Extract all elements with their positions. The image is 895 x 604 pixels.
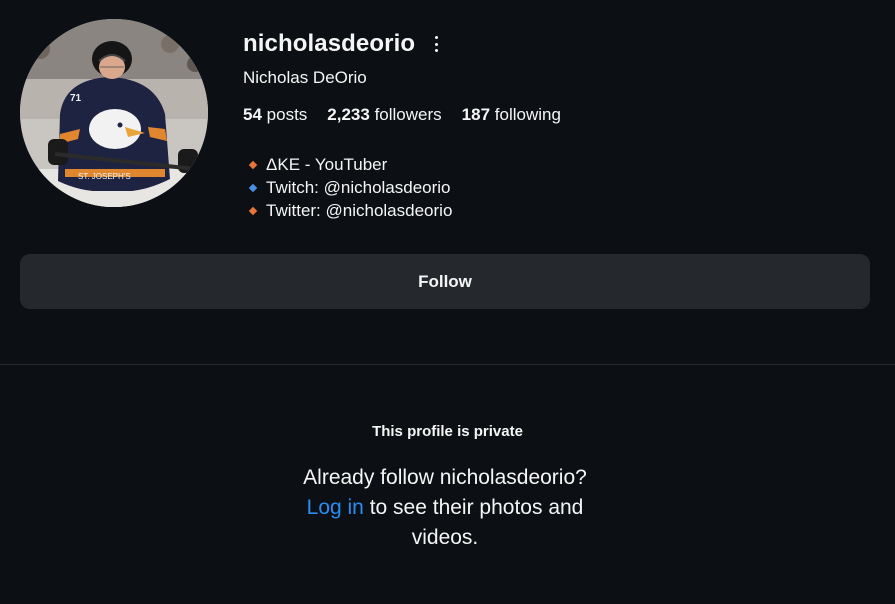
dot-icon [434, 42, 438, 46]
posts-stat[interactable]: 54 posts [243, 105, 307, 125]
more-options-icon[interactable] [433, 36, 439, 52]
bio-line: Twitter: @nicholasdeorio [248, 199, 453, 222]
orange-diamond-icon [248, 206, 258, 215]
bio-line: Twitch: @nicholasdeorio [248, 176, 452, 199]
bio-line: ΔKE - YouTuber [248, 153, 452, 176]
avatar-image: 71 ST. JOSEPH'S [20, 19, 208, 207]
followers-stat[interactable]: 2,233 followers [327, 105, 441, 125]
profile-stats: 54 posts 2,233 followers 187 following [243, 105, 581, 125]
posts-label: posts [266, 105, 308, 124]
posts-count: 54 [243, 105, 262, 124]
svg-text:71: 71 [70, 93, 82, 104]
bio-line-text: Twitch: @nicholasdeorio [266, 178, 451, 197]
bio-line-text: Twitter: @nicholasdeorio [266, 201, 453, 220]
dot-icon [434, 49, 438, 52]
profile-avatar: 71 ST. JOSEPH'S [20, 19, 208, 207]
bio-line-text: ΔKE - YouTuber [266, 155, 388, 174]
profile-username: nicholasdeorio [243, 30, 416, 57]
svg-text:ST. JOSEPH'S: ST. JOSEPH'S [78, 172, 131, 181]
following-count: 187 [461, 105, 491, 124]
profile-bio: ΔKE - YouTuber Twitch: @nicholasdeorio T… [248, 153, 453, 222]
section-divider [0, 364, 895, 365]
login-link[interactable]: Log in [307, 496, 364, 519]
orange-diamond-icon [248, 160, 258, 169]
follow-button[interactable]: Follow [20, 254, 870, 309]
private-message-text: Already follow nicholasdeorio? [303, 466, 587, 489]
dot-icon [434, 36, 438, 39]
followers-label: followers [374, 105, 442, 124]
followers-count: 2,233 [327, 105, 370, 124]
private-profile-title: This profile is private [372, 423, 523, 440]
private-profile-message: Already follow nicholasdeorio? Log in to… [297, 463, 593, 553]
blue-diamond-icon [248, 183, 258, 192]
following-label: following [494, 105, 561, 124]
profile-full-name: Nicholas DeOrio [243, 68, 367, 87]
following-stat[interactable]: 187 following [462, 105, 561, 125]
private-message-text: to see their photos and videos. [369, 496, 584, 549]
username-row: nicholasdeorio [243, 28, 439, 60]
